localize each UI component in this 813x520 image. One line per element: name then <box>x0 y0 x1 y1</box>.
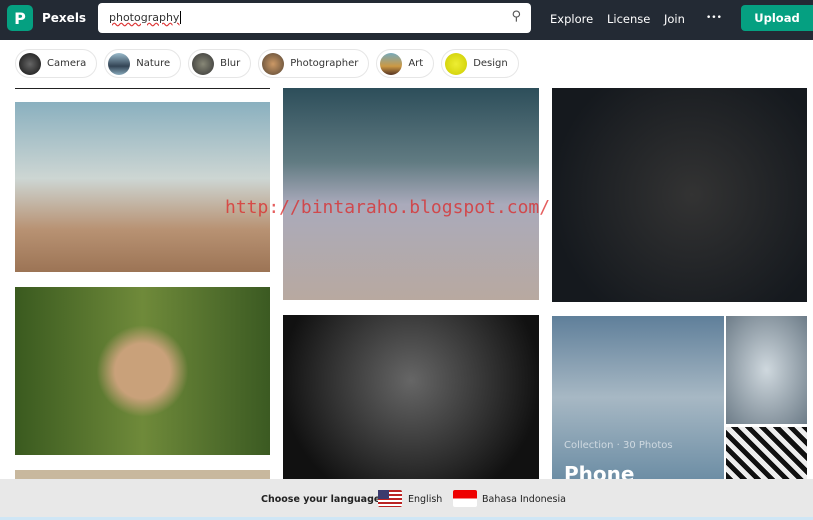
chip-design[interactable]: Design <box>441 49 519 78</box>
language-label: Choose your language: <box>261 494 385 505</box>
chip-nature[interactable]: Nature <box>104 49 182 78</box>
chip-label: Design <box>473 58 508 69</box>
language-english[interactable]: English <box>408 494 442 505</box>
photo-lenses[interactable] <box>552 88 807 302</box>
chip-photographer[interactable]: Photographer <box>258 49 370 78</box>
chip-label: Art <box>408 58 424 69</box>
chip-label: Camera <box>47 58 87 69</box>
language-indonesian[interactable]: Bahasa Indonesia <box>482 494 566 505</box>
chip-camera[interactable]: Camera <box>15 49 98 78</box>
chip-label: Photographer <box>290 58 359 69</box>
collection-title: Phone <box>564 462 635 479</box>
chip-label: Nature <box>136 58 171 69</box>
search-icon[interactable]: ⚲ <box>511 9 521 24</box>
related-searches: Camera Nature Blur Photographer Art Desi… <box>15 49 519 78</box>
divider <box>15 88 270 89</box>
photo-smoke-photographer[interactable] <box>283 88 539 300</box>
collection-thumb-stripes[interactable] <box>726 427 807 479</box>
photo-woman-with-camera[interactable] <box>15 287 270 455</box>
pexels-logo[interactable]: P <box>7 5 33 31</box>
more-icon[interactable]: ••• <box>706 13 722 23</box>
collection-meta: Collection · 30 Photos <box>564 440 673 451</box>
chip-label: Blur <box>220 58 241 69</box>
us-flag-icon[interactable] <box>378 490 402 507</box>
nav-join[interactable]: Join <box>664 12 685 26</box>
photo-telephoto-lens[interactable] <box>283 315 539 479</box>
photo-vintage-camera[interactable] <box>15 102 270 272</box>
language-bar: Choose your language: English Bahasa Ind… <box>0 479 813 517</box>
chip-art[interactable]: Art <box>376 49 435 78</box>
watermark: http://bintaraho.blogspot.com/ <box>225 197 551 218</box>
chip-blur[interactable]: Blur <box>188 49 252 78</box>
indonesia-flag-icon[interactable] <box>453 490 477 507</box>
collection-thumb-ice[interactable] <box>726 316 807 424</box>
top-nav: P Pexels photography ⚲ Explore License J… <box>0 0 813 40</box>
search-input[interactable]: photography ⚲ <box>98 3 531 33</box>
search-value[interactable]: photography <box>109 11 182 24</box>
collection-phone[interactable]: Collection · 30 Photos Phone <box>552 316 724 479</box>
upload-button[interactable]: Upload <box>741 5 813 31</box>
brand-name[interactable]: Pexels <box>42 11 86 25</box>
nav-license[interactable]: License <box>607 12 650 26</box>
nav-explore[interactable]: Explore <box>550 12 593 26</box>
